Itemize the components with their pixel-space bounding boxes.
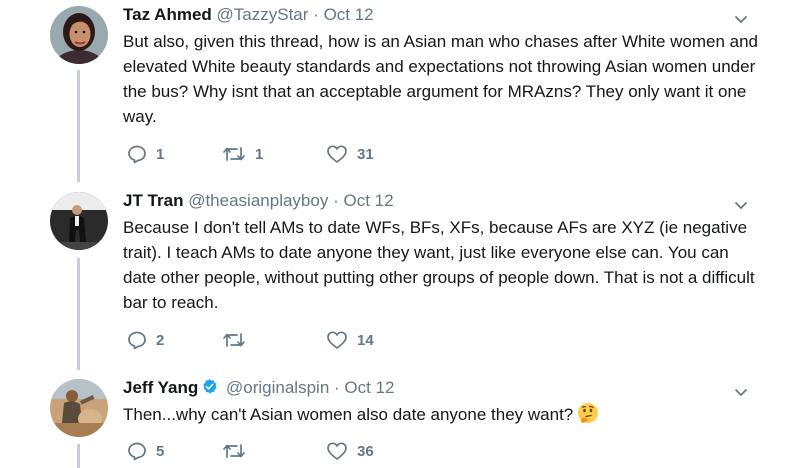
reply-count: 1 xyxy=(156,145,165,163)
username[interactable]: @originalspin xyxy=(226,378,329,397)
avatar[interactable] xyxy=(50,192,108,250)
separator: · xyxy=(333,191,339,210)
separator: · xyxy=(334,378,340,397)
reply-count: 5 xyxy=(156,442,165,460)
retweet-icon xyxy=(223,147,245,161)
verified-badge-icon xyxy=(203,379,217,394)
username[interactable]: @TazzyStar xyxy=(217,5,309,24)
like-icon xyxy=(327,145,347,163)
retweet-button[interactable]: 1 xyxy=(222,144,263,164)
retweet-button[interactable] xyxy=(222,330,255,350)
tweet-header: Taz Ahmed @TazzyStar · Oct 12 xyxy=(123,4,760,26)
thinking-face-emoji xyxy=(578,403,599,423)
avatar-image xyxy=(50,379,108,437)
avatar-image xyxy=(50,6,108,64)
reply-button[interactable]: 2 xyxy=(127,330,164,350)
display-name[interactable]: Jeff Yang xyxy=(123,378,198,397)
tweet[interactable]: Jeff Yang @originalspin · Oct 12 Then...… xyxy=(0,373,800,468)
reply-button[interactable]: 1 xyxy=(127,144,164,164)
like-icon xyxy=(327,331,347,349)
like-button[interactable]: 36 xyxy=(326,441,374,461)
reply-button[interactable]: 5 xyxy=(127,441,164,461)
like-count: 31 xyxy=(357,145,374,163)
reply-icon xyxy=(128,145,146,164)
tweet[interactable]: JT Tran @theasianplayboy · Oct 12 Becaus… xyxy=(0,186,800,370)
reply-count: 2 xyxy=(156,331,165,349)
reply-icon xyxy=(128,442,146,461)
retweet-button[interactable] xyxy=(222,441,255,461)
tweet-text: Because I don't tell AMs to date WFs, BF… xyxy=(123,218,755,312)
retweet-icon xyxy=(223,333,245,347)
chevron-down-icon[interactable] xyxy=(734,198,748,212)
timestamp[interactable]: Oct 12 xyxy=(343,191,393,210)
retweet-icon xyxy=(223,444,245,458)
like-button[interactable]: 14 xyxy=(326,330,374,350)
username[interactable]: @theasianplayboy xyxy=(188,191,328,210)
chevron-down-icon[interactable] xyxy=(734,385,748,399)
like-icon xyxy=(327,442,347,460)
chevron-down-icon[interactable] xyxy=(734,12,748,26)
avatar[interactable] xyxy=(50,6,108,64)
like-button[interactable]: 31 xyxy=(326,144,374,164)
reply-icon xyxy=(128,331,146,350)
tweet-header: JT Tran @theasianplayboy · Oct 12 xyxy=(123,190,760,212)
timestamp[interactable]: Oct 12 xyxy=(324,5,374,24)
tweet-text: But also, given this thread, how is an A… xyxy=(123,32,759,126)
display-name[interactable]: Taz Ahmed xyxy=(123,5,212,24)
avatar[interactable] xyxy=(50,379,108,437)
conversation-thread: Taz Ahmed @TazzyStar · Oct 12 But also, … xyxy=(0,0,800,468)
avatar-image xyxy=(50,192,108,250)
like-count: 36 xyxy=(357,442,374,460)
retweet-count: 1 xyxy=(255,145,264,163)
tweet-text-container: Then...why can't Asian women also date a… xyxy=(123,402,760,427)
tweet-header: Jeff Yang @originalspin · Oct 12 xyxy=(123,377,760,399)
timestamp[interactable]: Oct 12 xyxy=(344,378,394,397)
like-count: 14 xyxy=(357,331,374,349)
separator: · xyxy=(313,5,319,24)
display-name[interactable]: JT Tran xyxy=(123,191,183,210)
tweet-text: Then...why can't Asian women also date a… xyxy=(123,405,574,424)
tweet[interactable]: Taz Ahmed @TazzyStar · Oct 12 But also, … xyxy=(0,0,800,185)
